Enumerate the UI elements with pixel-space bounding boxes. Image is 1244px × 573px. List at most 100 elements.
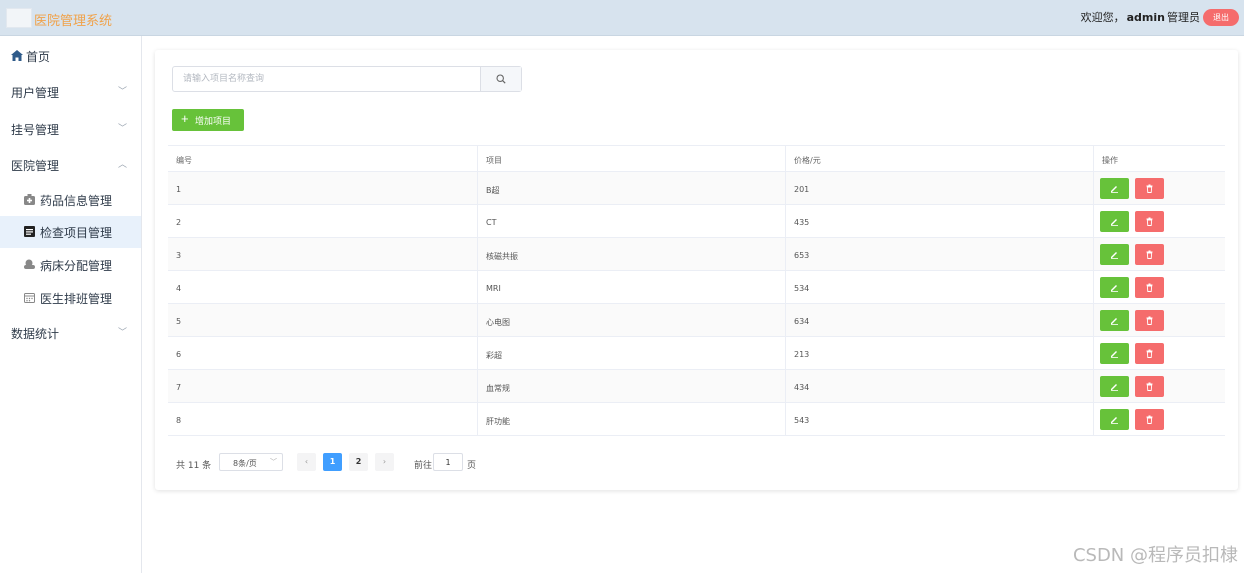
user-role: 管理员 (1167, 11, 1200, 24)
trash-icon (1146, 316, 1153, 325)
cell-name: 肝功能 (478, 403, 786, 435)
plus-icon: + (181, 111, 189, 126)
sidebar-item-label: 医生排班管理 (40, 292, 113, 306)
cell-price: 534 (786, 271, 1094, 303)
sidebar-group-users[interactable]: 用户管理 ﹀ (0, 75, 141, 109)
welcome-prefix: 欢迎您， (1080, 11, 1125, 24)
prev-page-button[interactable]: ‹ (297, 453, 316, 471)
chevron-down-icon: ﹀ (270, 458, 277, 466)
page-size-select[interactable]: 8条/页 ﹀ (219, 453, 283, 471)
chevron-down-icon: ﹀ (117, 124, 127, 134)
edit-button[interactable] (1100, 310, 1129, 331)
add-item-button[interactable]: + 增加项目 (172, 109, 244, 131)
delete-button[interactable] (1135, 310, 1164, 331)
edit-button[interactable] (1100, 211, 1129, 232)
sidebar-item-label: 病床分配管理 (40, 259, 113, 273)
delete-button[interactable] (1135, 409, 1164, 430)
sidebar-group-label: 数据统计 (11, 327, 60, 341)
app-title: 医院管理系统 (34, 14, 113, 29)
delete-button[interactable] (1135, 343, 1164, 364)
table-row: 8 肝功能 543 (168, 403, 1225, 436)
cell-name: MRI (478, 271, 786, 303)
edit-button[interactable] (1100, 376, 1129, 397)
sidebar-group-hospital[interactable]: 医院管理 ︿ (0, 148, 141, 182)
goto-suffix: 页 (467, 461, 477, 471)
top-header: 医院管理系统 欢迎您， admin 管理员 退出 (0, 0, 1244, 36)
total-count: 共 11 条 (176, 461, 212, 471)
delete-button[interactable] (1135, 277, 1164, 298)
page-button-2[interactable]: 2 (349, 453, 368, 471)
medicine-box-icon (24, 194, 35, 205)
edit-button[interactable] (1100, 409, 1129, 430)
edit-icon (1111, 219, 1118, 226)
cell-name: 彩超 (478, 337, 786, 369)
edit-icon (1111, 318, 1118, 325)
trash-icon (1146, 415, 1153, 424)
cell-id: 6 (168, 337, 478, 369)
cell-name: B超 (478, 172, 786, 204)
edit-button[interactable] (1100, 244, 1129, 265)
sidebar-group-label: 医院管理 (11, 159, 60, 173)
cell-price: 435 (786, 205, 1094, 237)
sidebar-group-label: 挂号管理 (11, 123, 60, 137)
edit-button[interactable] (1100, 343, 1129, 364)
cell-actions (1094, 205, 1225, 237)
chevron-down-icon: ﹀ (117, 87, 127, 97)
chevron-down-icon: ﹀ (117, 328, 127, 338)
items-table: 编号 项目 价格/元 操作 1 B超 201 2 CT 435 3 核磁共振 653 4 MRI 53… (168, 145, 1225, 436)
table-row: 3 核磁共振 653 (168, 238, 1225, 271)
logo (6, 8, 32, 28)
table-row: 5 心电图 634 (168, 304, 1225, 337)
column-header-id: 编号 (168, 146, 478, 171)
delete-button[interactable] (1135, 178, 1164, 199)
sidebar-group-registration[interactable]: 挂号管理 ﹀ (0, 112, 141, 146)
cell-id: 3 (168, 238, 478, 270)
sidebar-item-home[interactable]: 首页 (0, 39, 141, 73)
cell-name: 心电图 (478, 304, 786, 336)
cell-price: 543 (786, 403, 1094, 435)
cell-actions (1094, 172, 1225, 204)
trash-icon (1146, 217, 1153, 226)
chevron-up-icon: ︿ (117, 160, 127, 170)
trash-icon (1146, 349, 1153, 358)
table-row: 2 CT 435 (168, 205, 1225, 238)
search-input[interactable] (173, 67, 480, 91)
cell-id: 2 (168, 205, 478, 237)
delete-button[interactable] (1135, 376, 1164, 397)
page-size-value: 8条/页 (233, 459, 257, 468)
trash-icon (1146, 250, 1153, 259)
column-header-actions: 操作 (1102, 156, 1118, 165)
table-row: 4 MRI 534 (168, 271, 1225, 304)
goto-page-input[interactable] (433, 453, 463, 471)
bed-icon (24, 259, 35, 269)
edit-button[interactable] (1100, 178, 1129, 199)
cell-actions (1094, 238, 1225, 270)
sidebar-item-schedule[interactable]: 医生排班管理 (0, 282, 141, 314)
sidebar: 首页 用户管理 ﹀ 挂号管理 ﹀ 医院管理 ︿ 药品信息管理 检查项目管理 病床… (0, 36, 142, 573)
delete-button[interactable] (1135, 244, 1164, 265)
search-button[interactable] (480, 67, 521, 91)
cell-price: 653 (786, 238, 1094, 270)
next-page-button[interactable]: › (375, 453, 394, 471)
table-row: 6 彩超 213 (168, 337, 1225, 370)
cell-id: 4 (168, 271, 478, 303)
sidebar-item-label: 首页 (26, 50, 51, 64)
cell-actions (1094, 304, 1225, 336)
sidebar-item-medicine[interactable]: 药品信息管理 (0, 184, 141, 216)
goto-label: 前往 (414, 461, 433, 471)
delete-button[interactable] (1135, 211, 1164, 232)
logout-button[interactable]: 退出 (1203, 9, 1239, 26)
cell-price: 634 (786, 304, 1094, 336)
page-button-1[interactable]: 1 (323, 453, 342, 471)
sidebar-item-exam-items[interactable]: 检查项目管理 (0, 216, 141, 248)
edit-icon (1111, 252, 1118, 259)
sidebar-item-bed[interactable]: 病床分配管理 (0, 249, 141, 281)
watermark: CSDN @程序员扣棣 (1072, 545, 1238, 566)
sidebar-item-label: 检查项目管理 (40, 226, 113, 240)
cell-id: 5 (168, 304, 478, 336)
cell-name: CT (478, 205, 786, 237)
chevron-right-icon: › (382, 457, 387, 466)
sidebar-group-statistics[interactable]: 数据统计 ﹀ (0, 316, 141, 350)
add-item-label: 增加项目 (195, 116, 232, 126)
edit-button[interactable] (1100, 277, 1129, 298)
